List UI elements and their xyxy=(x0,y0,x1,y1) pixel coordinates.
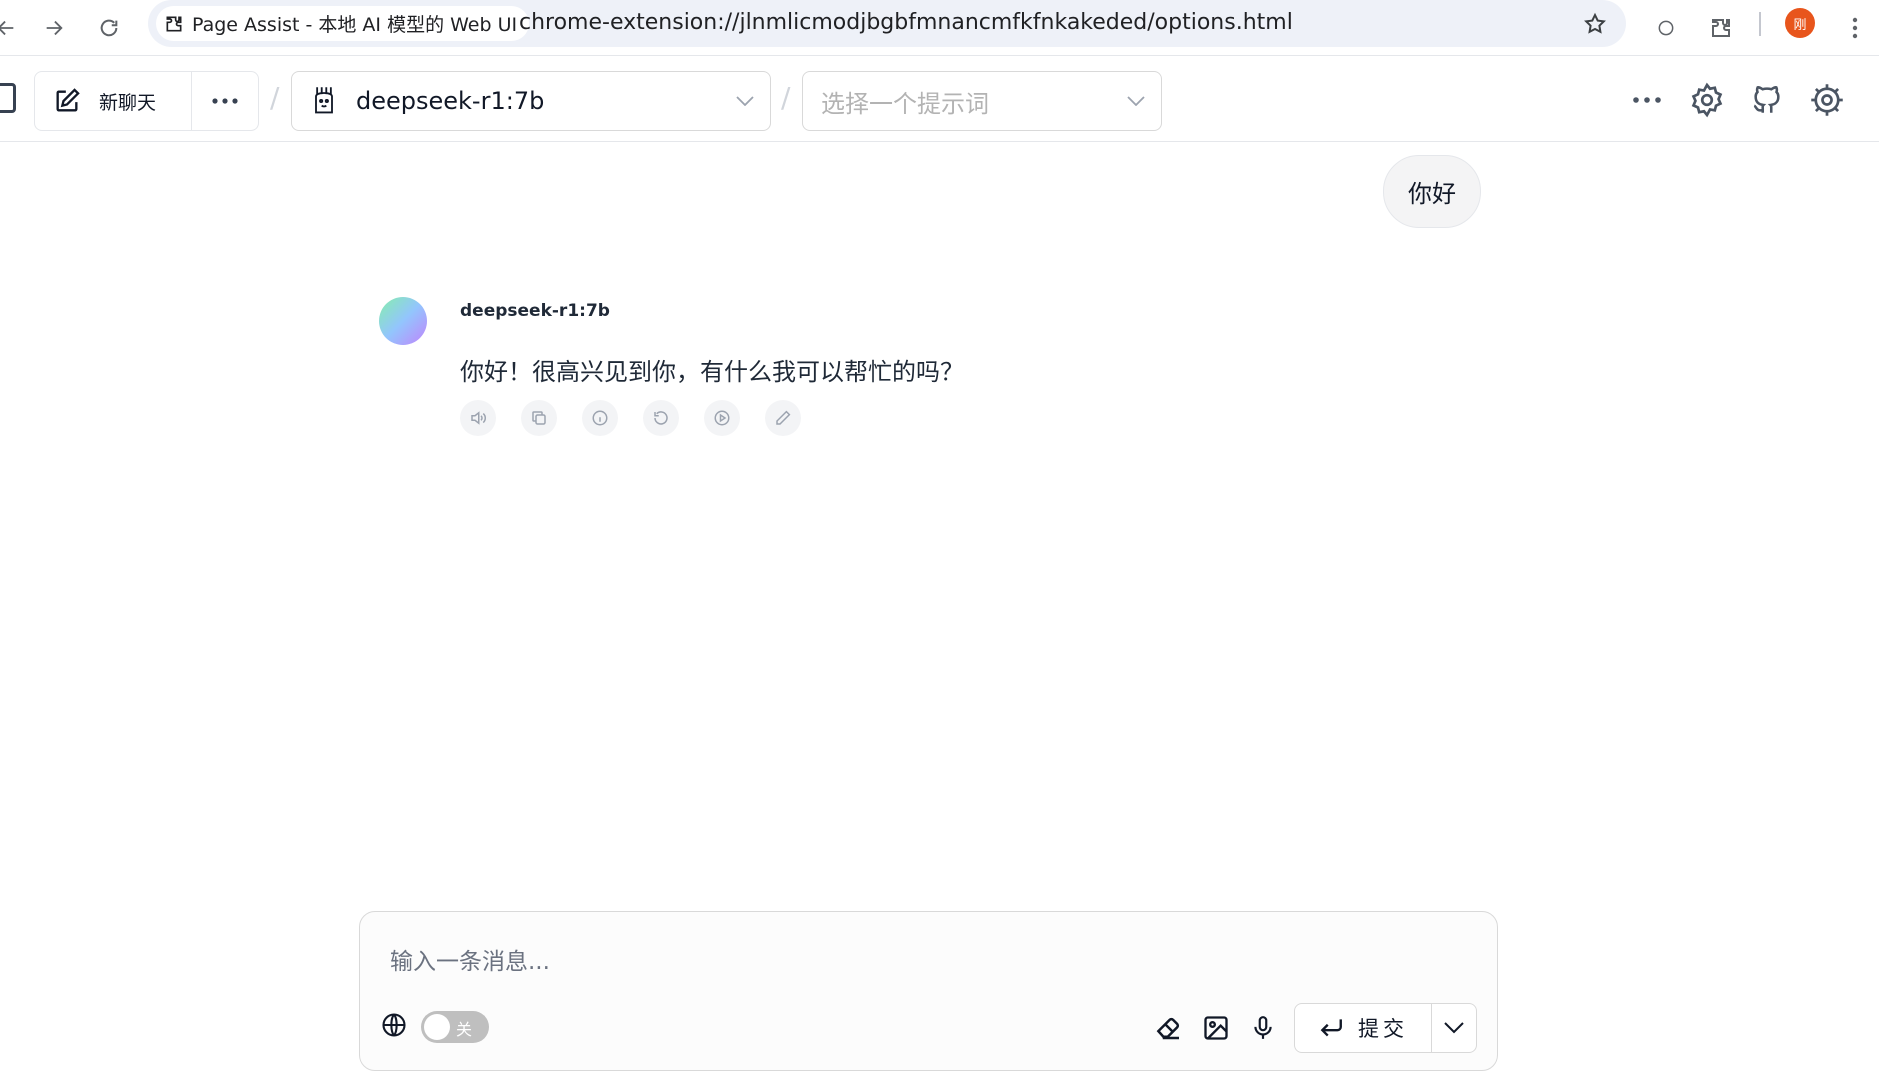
new-chat-button[interactable]: 新聊天 xyxy=(35,72,192,130)
chat-extension-button[interactable] xyxy=(1646,8,1686,48)
chat-bubble-icon xyxy=(1658,20,1674,36)
toolbar-separator xyxy=(1759,12,1761,36)
prompt-placeholder: 选择一个提示词 xyxy=(821,89,989,118)
image-icon xyxy=(1204,1016,1228,1040)
star-icon xyxy=(1584,12,1606,34)
submit-options-button[interactable] xyxy=(1432,1004,1476,1052)
chat-more-button[interactable] xyxy=(192,72,258,130)
new-chat-label: 新聊天 xyxy=(99,91,157,114)
github-button[interactable] xyxy=(1744,77,1790,123)
url-text[interactable]: chrome-extension://jlnmlicmodjbgbfmnancm… xyxy=(519,10,1293,35)
address-bar[interactable]: Page Assist - 本地 AI 模型的 Web UI chrome-ex… xyxy=(148,0,1626,47)
submit-button[interactable]: 提交 xyxy=(1295,1004,1432,1052)
regenerate-button[interactable] xyxy=(643,400,679,436)
user-message-text: 你好 xyxy=(1408,180,1456,208)
settings-button[interactable] xyxy=(1804,77,1850,123)
tab-title: Page Assist - 本地 AI 模型的 Web UI xyxy=(192,14,518,36)
llama-icon xyxy=(315,87,333,114)
reload-button[interactable] xyxy=(89,8,129,48)
model-select[interactable]: deepseek-r1:7b xyxy=(291,71,771,131)
reload-icon xyxy=(100,19,118,37)
profile-avatar[interactable]: 刚 xyxy=(1785,8,1815,38)
prompt-select[interactable]: 选择一个提示词 xyxy=(802,71,1162,131)
chevron-down-icon xyxy=(1444,1022,1464,1034)
new-chat-group: 新聊天 xyxy=(34,71,259,131)
extensions-button[interactable] xyxy=(1701,8,1741,48)
bot-name: deepseek-r1:7b xyxy=(460,301,610,321)
header-divider: / xyxy=(270,81,280,114)
microphone-icon xyxy=(1254,1016,1272,1039)
arrow-left-icon xyxy=(0,20,14,36)
browser-toolbar: Page Assist - 本地 AI 模型的 Web UI chrome-ex… xyxy=(0,0,1879,56)
toggle-knob xyxy=(424,1014,450,1040)
eraser-icon xyxy=(1156,1017,1180,1040)
toggle-state-label: 关 xyxy=(456,1020,473,1039)
cog-icon xyxy=(1691,82,1723,118)
arrow-right-icon xyxy=(46,20,63,36)
info-icon xyxy=(592,410,608,426)
copy-icon xyxy=(532,411,546,425)
github-icon xyxy=(1753,86,1780,113)
user-message-bubble: 你好 xyxy=(1383,155,1481,228)
submit-label: 提交 xyxy=(1358,1017,1408,1041)
continue-button[interactable] xyxy=(704,400,740,436)
edit-message-button[interactable] xyxy=(765,400,801,436)
extension-puzzle-icon xyxy=(166,16,182,31)
voice-input-button[interactable] xyxy=(1243,1008,1283,1048)
play-circle-icon xyxy=(714,410,730,426)
kebab-menu-icon xyxy=(1852,17,1858,39)
edit-square-icon xyxy=(56,88,80,112)
more-horizontal-icon xyxy=(1633,97,1661,103)
refresh-icon xyxy=(654,411,668,425)
message-input[interactable] xyxy=(390,942,1460,982)
bot-avatar xyxy=(379,297,427,345)
model-name: deepseek-r1:7b xyxy=(356,87,545,115)
ollama-settings-button[interactable] xyxy=(1684,77,1730,123)
bookmark-button[interactable] xyxy=(1578,7,1612,41)
forward-button[interactable] xyxy=(34,8,74,48)
submit-group: 提交 xyxy=(1294,1003,1477,1053)
copy-button[interactable] xyxy=(521,400,557,436)
clear-button[interactable] xyxy=(1149,1008,1189,1048)
message-composer: 关 提交 xyxy=(359,911,1498,1071)
message-actions xyxy=(460,400,801,436)
web-search-icon[interactable] xyxy=(380,1011,408,1039)
browser-menu-button[interactable] xyxy=(1835,8,1875,48)
more-horizontal-icon xyxy=(212,98,238,104)
speaker-icon xyxy=(471,411,486,425)
info-button[interactable] xyxy=(582,400,618,436)
settings-gear-icon xyxy=(1811,84,1843,116)
back-button[interactable] xyxy=(0,8,26,48)
globe-icon xyxy=(382,1013,406,1037)
sidebar-toggle-button[interactable] xyxy=(0,83,16,113)
upload-image-button[interactable] xyxy=(1196,1008,1236,1048)
web-search-toggle[interactable]: 关 xyxy=(421,1011,489,1043)
puzzle-icon xyxy=(1712,19,1730,37)
pencil-icon xyxy=(776,410,791,425)
bot-message-text: 你好！很高兴见到你，有什么我可以帮忙的吗？ xyxy=(460,358,964,386)
header-more-button[interactable] xyxy=(1624,77,1670,123)
header-divider: / xyxy=(781,81,791,114)
enter-arrow-icon xyxy=(1320,1019,1342,1037)
site-info-chip[interactable]: Page Assist - 本地 AI 模型的 Web UI xyxy=(156,6,530,41)
app-header: 新聊天 / deepseek-r1:7b / 选择一个提示词 xyxy=(0,57,1879,142)
chevron-down-icon xyxy=(736,96,754,106)
chevron-down-icon xyxy=(1127,96,1145,106)
read-aloud-button[interactable] xyxy=(460,400,496,436)
